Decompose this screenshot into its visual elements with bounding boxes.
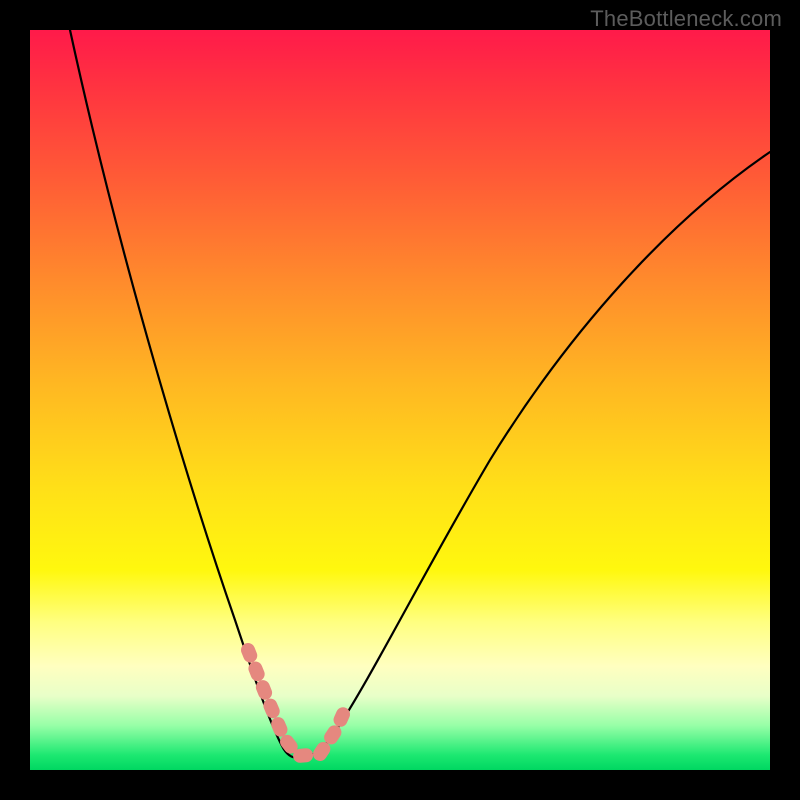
curve-highlight	[248, 650, 344, 756]
curve-left	[70, 30, 298, 758]
bottleneck-curve	[30, 30, 770, 770]
curve-right	[298, 152, 770, 758]
gradient-plot-area	[30, 30, 770, 770]
chart-canvas: TheBottleneck.com	[0, 0, 800, 800]
attribution-text: TheBottleneck.com	[590, 6, 782, 32]
